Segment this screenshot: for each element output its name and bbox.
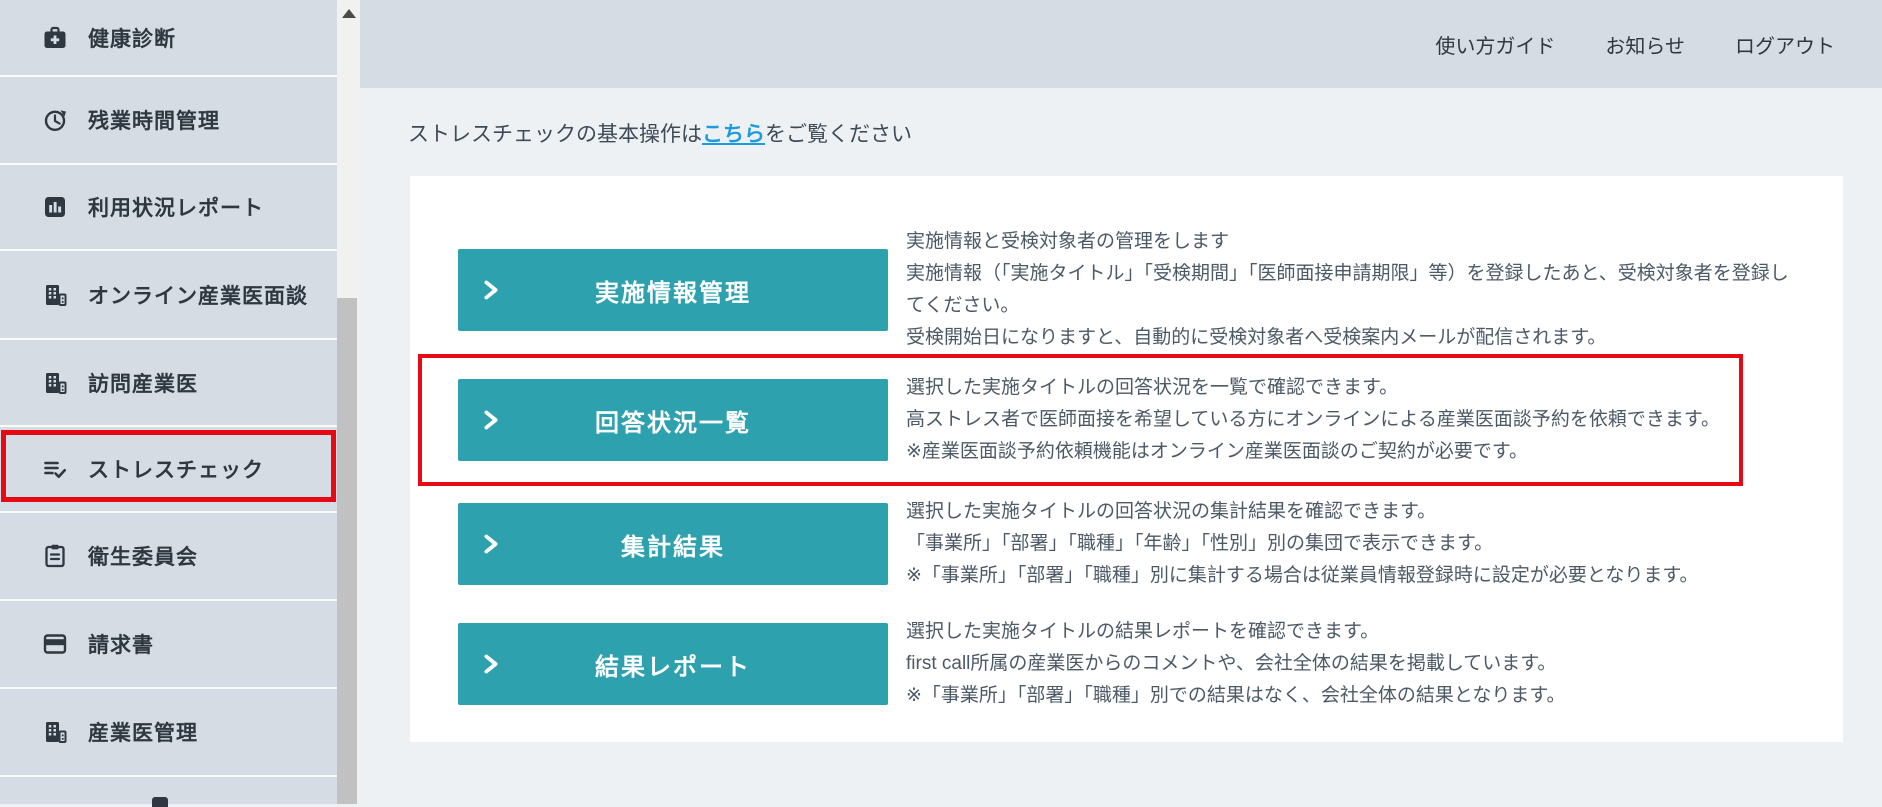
intro-suffix: をご覧ください: [765, 123, 912, 146]
sidebar-item-label: 請求書: [88, 634, 154, 657]
chevron-right-icon: [484, 534, 498, 554]
kochira-link[interactable]: こちら: [702, 123, 765, 146]
sidebar-item-label: ストレスチェック: [88, 459, 264, 482]
sidebar-item-overtime[interactable]: 残業時間管理: [0, 77, 337, 163]
menu-row-description: 選択した実施タイトルの回答状況の集計結果を確認できます。 「事業所」「部署」「職…: [906, 496, 1698, 592]
clipboard-icon: [45, 544, 65, 568]
button-label: 結果レポート: [595, 653, 751, 681]
description-line: 選択した実施タイトルの結果レポートを確認できます。: [906, 621, 1380, 642]
kekka-report-button[interactable]: 結果レポート: [458, 623, 888, 705]
description-line: ※「事業所」「部署」「職種」別に集計する場合は従業員情報登録時に設定が必要となり…: [906, 565, 1699, 586]
description-line: 選択した実施タイトルの回答状況を一覧で確認できます。: [906, 377, 1399, 398]
description-line: ※「事業所」「部署」「職種」別での結果はなく、会社全体の結果となります。: [906, 685, 1566, 706]
sidebar-item-health-checkup[interactable]: 健康診断: [0, 0, 337, 75]
sidebar-item-online-sangyoi[interactable]: オンライン産業医面談: [0, 251, 337, 338]
description-line: 高ストレス者で医師面接を希望している方にオンラインによる産業医面談予約を依頼でき…: [906, 409, 1720, 430]
top-header: 使い方ガイド お知らせ ログアウト: [360, 0, 1882, 88]
description-line: 実施情報と受検対象者の管理をします: [906, 231, 1230, 252]
shukei-kekka-button[interactable]: 集計結果: [458, 503, 888, 585]
sidebar-item-label: 残業時間管理: [88, 110, 220, 133]
header-link-news[interactable]: お知らせ: [1605, 30, 1685, 59]
sidebar-scrollbar[interactable]: [337, 0, 360, 804]
chevron-right-icon: [484, 410, 498, 430]
building-icon: [46, 722, 67, 743]
menu-row-shukei-kekka: 集計結果 選択した実施タイトルの回答状況の集計結果を確認できます。 「事業所」「…: [458, 496, 1843, 592]
sidebar-item-usage-report[interactable]: 利用状況レポート: [0, 165, 337, 249]
button-label: 実施情報管理: [595, 279, 751, 307]
chevron-right-icon: [484, 280, 498, 300]
sidebar-item-label: 訪問産業医: [88, 372, 198, 396]
sidebar-item-sangyoi-kanri[interactable]: 産業医管理: [0, 689, 337, 775]
menu-row-description: 選択した実施タイトルの回答状況を一覧で確認できます。 高ストレス者で医師面接を希…: [906, 372, 1720, 468]
header-link-logout[interactable]: ログアウト: [1735, 30, 1835, 59]
sidebar-item-homon-sangyoi[interactable]: 訪問産業医: [0, 340, 337, 425]
menu-row-kaito-jokyo: 回答状況一覧 選択した実施タイトルの回答状況を一覧で確認できます。 高ストレス者…: [458, 372, 1739, 468]
button-label: 集計結果: [621, 533, 725, 561]
description-line: ※産業医面談予約依頼機能はオンライン産業医面談のご契約が必要です。: [906, 441, 1529, 462]
list-check-icon: [44, 461, 66, 478]
chevron-right-icon: [484, 654, 498, 674]
jisshi-joho-kanri-button[interactable]: 実施情報管理: [458, 249, 888, 331]
description-line: 受検開始日になりますと、自動的に受検対象者へ受検案内メールが配信されます。: [906, 327, 1607, 348]
first-aid-kit-icon: [44, 26, 66, 48]
menu-row-description: 選択した実施タイトルの結果レポートを確認できます。 first call所属の産…: [906, 616, 1565, 712]
sidebar-item-label: オンライン産業医面談: [88, 284, 308, 308]
description-line: 「事業所」「部署」「職種」「年齢」「性別」別の集団で表示できます。: [906, 533, 1494, 554]
sidebar-item-label: 産業医管理: [88, 722, 198, 745]
description-line: てください。: [906, 295, 1020, 316]
building-icon: [46, 372, 67, 394]
header-link-usage-guide[interactable]: 使い方ガイド: [1435, 30, 1555, 59]
sidebar-item-label: 利用状況レポート: [88, 197, 264, 220]
sidebar-item-stress-check[interactable]: ストレスチェック: [0, 427, 337, 511]
menu-row-kekka-report: 結果レポート 選択した実施タイトルの結果レポートを確認できます。 first c…: [458, 616, 1843, 712]
menu-row-description: 実施情報と受検対象者の管理をします 実施情報（「実施タイトル」「受検期間」「医師…: [906, 226, 1789, 354]
highlight-frame: 回答状況一覧 選択した実施タイトルの回答状況を一覧で確認できます。 高ストレス者…: [418, 354, 1743, 486]
sidebar-item-label: 健康診断: [88, 27, 176, 51]
sidebar: 健康診断 残業時間管理 利用状況レポート オンライン産業医面談 訪問産業医 スト…: [0, 0, 337, 807]
intro-text: ストレスチェックの基本操作はこちらをご覧ください: [408, 118, 1882, 148]
menu-row-jisshi-joho: 実施情報管理 実施情報と受検対象者の管理をします 実施情報（「実施タイトル」「受…: [458, 226, 1843, 354]
invoice-icon: [43, 634, 67, 654]
kaito-jokyo-ichiran-button[interactable]: 回答状況一覧: [458, 379, 888, 461]
sidebar-item-label: 衛生委員会: [88, 546, 198, 569]
scrollbar-thumb[interactable]: [337, 298, 357, 804]
description-line: 選択した実施タイトルの回答状況の集計結果を確認できます。: [906, 501, 1437, 522]
clock-history-icon: [44, 110, 66, 132]
partial-icon: [152, 797, 168, 807]
sidebar-item-eisei-iinkai[interactable]: 衛生委員会: [0, 513, 337, 599]
sidebar-item-invoice[interactable]: 請求書: [0, 601, 337, 687]
button-label: 回答状況一覧: [595, 409, 751, 437]
sidebar-item-partial[interactable]: [0, 777, 337, 807]
intro-prefix: ストレスチェックの基本操作は: [408, 123, 702, 146]
scroll-up-arrow-icon[interactable]: [342, 9, 356, 18]
description-line: first call所属の産業医からのコメントや、会社全体の結果を掲載しています…: [906, 653, 1557, 674]
main-area: 使い方ガイド お知らせ ログアウト ストレスチェックの基本操作はこちらをご覧くだ…: [360, 0, 1882, 804]
building-icon: [46, 284, 67, 306]
description-line: 実施情報（「実施タイトル」「受検期間」「医師面接申請期限」等）を登録したあと、受…: [906, 263, 1789, 284]
app-window: 健康診断 残業時間管理 利用状況レポート オンライン産業医面談 訪問産業医 スト…: [0, 0, 1882, 807]
menu-card: 実施情報管理 実施情報と受検対象者の管理をします 実施情報（「実施タイトル」「受…: [410, 176, 1843, 742]
bar-chart-icon: [45, 197, 65, 217]
